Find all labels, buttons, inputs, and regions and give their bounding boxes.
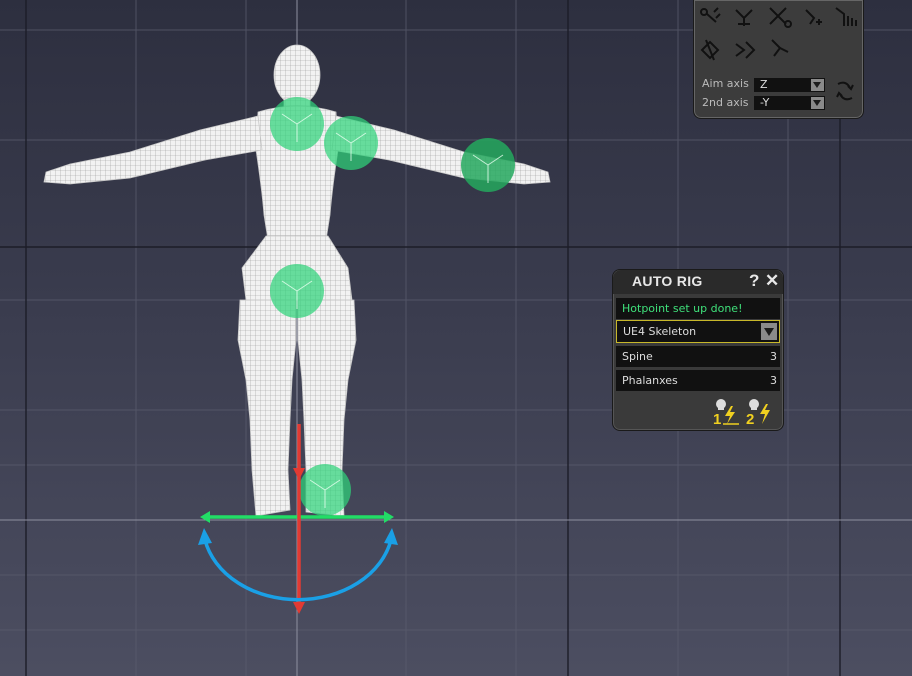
- skull-icon: [749, 399, 759, 410]
- rig-step-1-label: 1: [713, 411, 721, 426]
- aim-axis-label: Aim axis: [702, 77, 749, 90]
- close-icon[interactable]: ✕: [765, 271, 779, 291]
- skeleton-type-select[interactable]: UE4 Skeleton: [616, 320, 780, 343]
- spine-count-field[interactable]: Spine 3: [616, 346, 780, 367]
- skeleton-type-value: UE4 Skeleton: [623, 325, 697, 338]
- status-message: Hotpoint set up done!: [616, 298, 780, 319]
- rig-step-2-button[interactable]: 2: [744, 398, 774, 426]
- bone-create-icon[interactable]: [698, 4, 724, 30]
- lightning-icon: [760, 404, 770, 424]
- auto-rig-title: AUTO RIG: [632, 273, 703, 289]
- phalanxes-count-field[interactable]: Phalanxes 3: [616, 370, 780, 391]
- help-icon[interactable]: ?: [749, 271, 759, 291]
- second-axis-label: 2nd axis: [702, 96, 749, 109]
- chevron-down-icon[interactable]: [761, 323, 777, 340]
- bone-remove-icon[interactable]: [766, 4, 792, 30]
- second-axis-select[interactable]: -Y: [754, 96, 825, 110]
- chevron-down-icon[interactable]: [811, 97, 824, 109]
- aim-axis-select[interactable]: Z: [754, 78, 825, 92]
- phalanxes-value: 3: [770, 374, 777, 387]
- auto-rig-panel: AUTO RIG ? ✕ Hotpoint set up done! UE4 S…: [612, 269, 784, 431]
- auto-rig-header[interactable]: AUTO RIG ? ✕: [613, 270, 783, 294]
- lightning-icon: [725, 406, 735, 424]
- transform-gizmo[interactable]: [198, 424, 398, 614]
- rig-step-1-button[interactable]: 1: [711, 398, 741, 426]
- spine-label: Spine: [622, 350, 653, 363]
- status-text: Hotpoint set up done!: [622, 302, 743, 315]
- bone-mirror-icon[interactable]: [698, 36, 724, 62]
- phalanxes-label: Phalanxes: [622, 374, 678, 387]
- second-axis-value: -Y: [760, 96, 770, 109]
- bone-tools-panel: Aim axis Z 2nd axis -Y: [693, 0, 864, 119]
- axis-swap-icon[interactable]: [832, 78, 858, 104]
- skull-icon: [716, 399, 726, 410]
- bone-insert-icon[interactable]: [800, 4, 826, 30]
- spine-value: 3: [770, 350, 777, 363]
- chevron-down-icon[interactable]: [811, 79, 824, 91]
- rig-step-2-label: 2: [746, 411, 754, 426]
- bone-chain-icon[interactable]: [832, 4, 858, 30]
- aim-axis-value: Z: [760, 78, 768, 91]
- bone-align-icon[interactable]: [766, 36, 792, 62]
- bone-connect-icon[interactable]: [732, 4, 758, 30]
- bone-split-icon[interactable]: [732, 36, 758, 62]
